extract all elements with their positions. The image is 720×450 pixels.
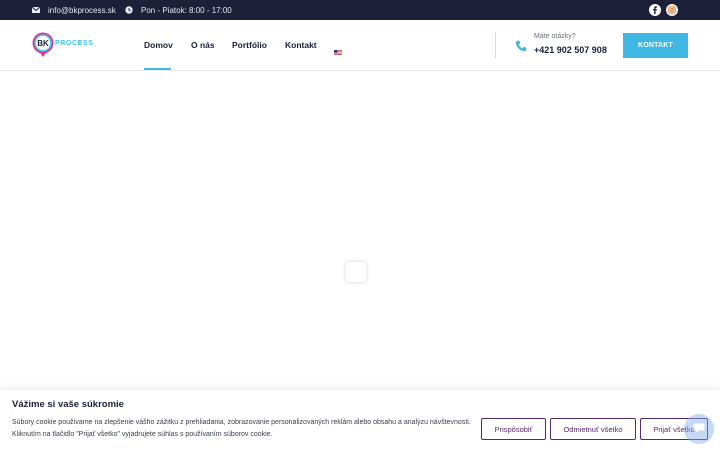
phone-question: Máte otázky? bbox=[534, 33, 576, 40]
contact-button[interactable]: KONTAKT bbox=[623, 33, 688, 58]
cookie-banner: Vážime si vaše súkromie Súbory cookie po… bbox=[0, 390, 720, 450]
envelope-icon bbox=[32, 7, 40, 13]
email-text: info@bkprocess.sk bbox=[48, 5, 116, 15]
active-nav-indicator bbox=[144, 68, 171, 70]
nav-item-domov[interactable]: Domov bbox=[144, 20, 173, 70]
logo-mark: BK PROCESS bbox=[32, 32, 93, 57]
chat-widget-button[interactable] bbox=[684, 414, 714, 444]
cookie-text: Súbory cookie používame na zlepšenie váš… bbox=[12, 419, 471, 438]
email-contact[interactable]: info@bkprocess.sk bbox=[32, 0, 116, 20]
cookie-title: Vážime si vaše súkromie bbox=[12, 399, 124, 410]
nav-item-kontakt[interactable]: Kontakt bbox=[285, 20, 317, 70]
logo-text: PROCESS bbox=[55, 40, 93, 47]
us-flag-icon bbox=[334, 50, 342, 55]
site-logo[interactable]: BK PROCESS bbox=[32, 31, 108, 61]
page-loader bbox=[346, 262, 366, 282]
customize-button[interactable]: Prispôsobiť bbox=[481, 418, 546, 440]
phone-icon bbox=[515, 39, 527, 57]
opening-hours: Pon - Piatok: 8:00 - 17:00 bbox=[125, 0, 232, 20]
facebook-icon bbox=[652, 6, 658, 14]
facebook-link[interactable] bbox=[649, 4, 661, 16]
nav-item-o-nas[interactable]: O nás bbox=[191, 20, 215, 70]
language-switcher[interactable] bbox=[334, 42, 342, 55]
top-bar: info@bkprocess.sk Pon - Piatok: 8:00 - 1… bbox=[0, 0, 720, 20]
reject-all-button[interactable]: Odmietnuť všetko bbox=[550, 418, 636, 440]
instagram-icon bbox=[668, 6, 676, 14]
logo-letters: BK bbox=[37, 39, 49, 48]
clock-icon bbox=[125, 6, 133, 14]
main-header: BK PROCESS Domov O nás Portfólio Kontakt… bbox=[0, 20, 720, 71]
nav-item-portfolio[interactable]: Portfólio bbox=[232, 20, 267, 70]
header-divider bbox=[495, 32, 496, 58]
phone-number[interactable]: +421 902 507 908 bbox=[534, 45, 607, 55]
chat-bubble-icon bbox=[693, 420, 705, 438]
hours-text: Pon - Piatok: 8:00 - 17:00 bbox=[141, 5, 232, 15]
instagram-link[interactable] bbox=[666, 4, 678, 16]
